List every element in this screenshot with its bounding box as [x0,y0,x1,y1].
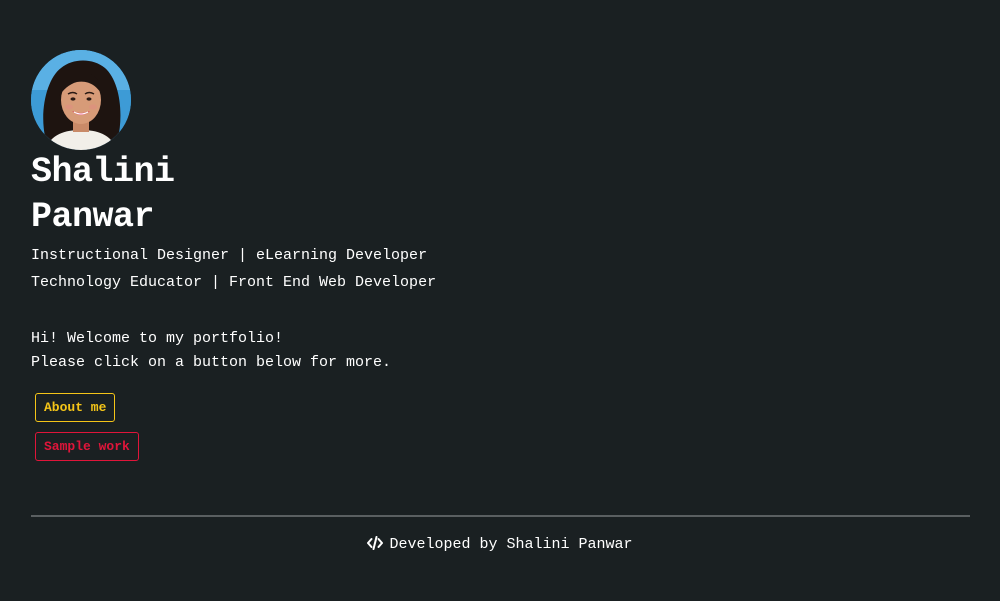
last-name: Panwar [31,197,155,237]
welcome-line-2: Please click on a button below for more. [31,354,392,371]
footer-text: Developed by Shalini Panwar [389,536,633,553]
code-icon [367,535,384,550]
footer-divider [31,515,970,517]
sample-work-button[interactable]: Sample work [35,432,139,461]
welcome-line-1: Hi! Welcome to my portfolio! [31,330,284,347]
role-line-1: Instructional Designer | eLearning Devel… [31,247,428,264]
role-line-2: Technology Educator | Front End Web Deve… [31,274,437,291]
avatar [31,50,131,150]
welcome-text: Hi! Welcome to my portfolio! Please clic… [31,327,391,375]
footer: Developed by Shalini Panwar [0,535,1000,555]
avatar-photo [31,50,131,150]
portfolio-page: Shalini Panwar Instructional Designer | … [0,0,1000,601]
about-me-button[interactable]: About me [35,393,116,422]
page-title: Shalini Panwar [31,150,175,240]
first-name: Shalini [31,152,175,192]
